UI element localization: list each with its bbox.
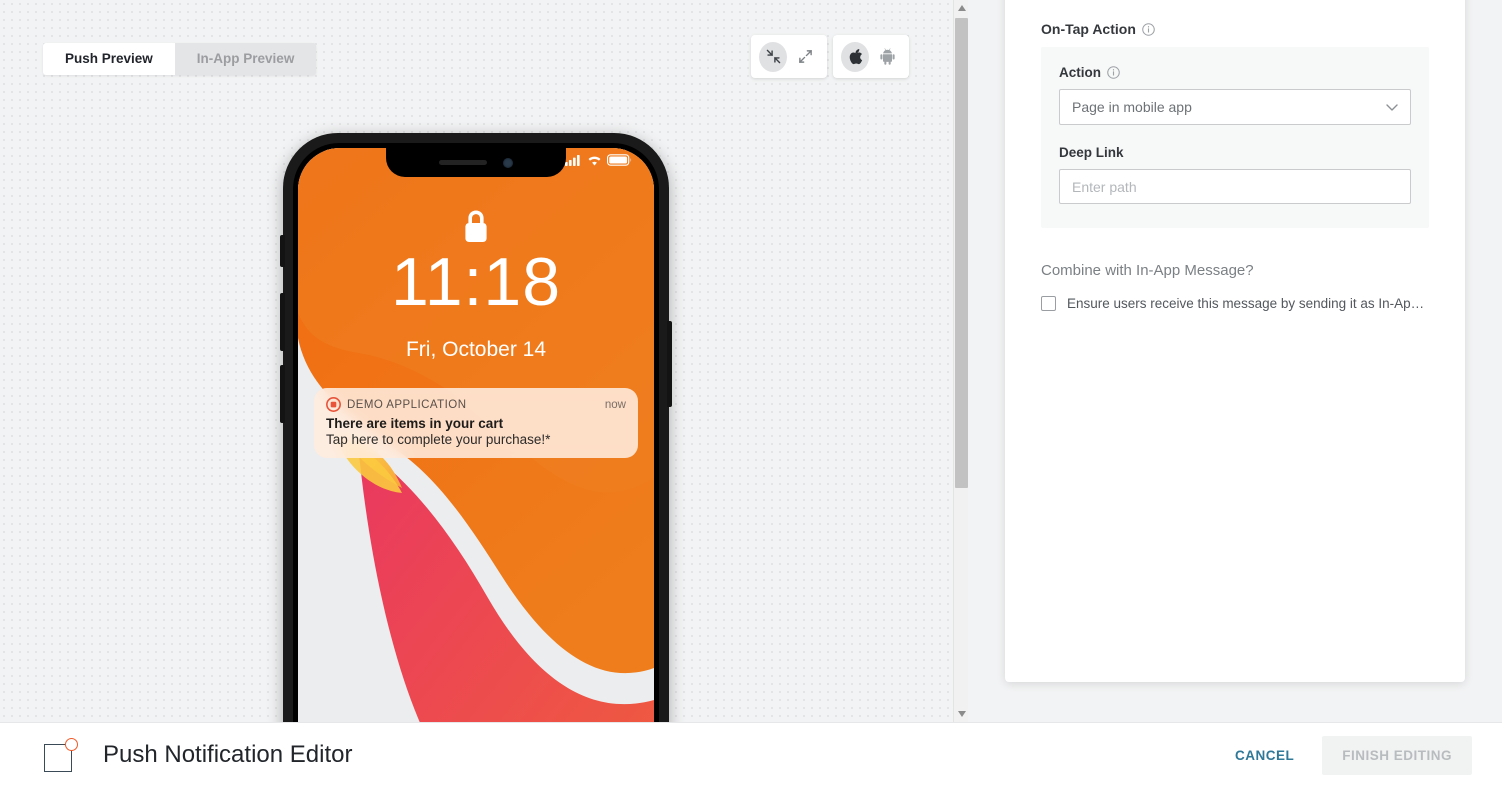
tab-in-app-preview[interactable]: In-App Preview <box>174 43 317 75</box>
deep-link-field-header: Deep Link <box>1059 145 1411 160</box>
phone-bezel: 11:18 Fri, October 14 DEMO APPLICATION n… <box>293 143 659 722</box>
phone-silent-switch <box>280 235 285 267</box>
phone-power-button <box>667 321 672 407</box>
on-tap-action-header: On-Tap Action <box>1041 21 1429 37</box>
deep-link-label: Deep Link <box>1059 145 1124 160</box>
notification-timestamp: now <box>604 398 626 411</box>
settings-card: Click or drag file to this area to uploa… <box>1005 0 1465 682</box>
editor-bottom-bar: Push Notification Editor CANCEL FINISH E… <box>0 722 1502 787</box>
scroll-up-arrow-icon[interactable] <box>954 0 968 16</box>
combine-checkbox-row: Ensure users receive this message by sen… <box>1041 296 1429 311</box>
wifi-icon <box>588 156 601 165</box>
notification-app-name: DEMO APPLICATION <box>347 398 467 411</box>
preview-pane: Push Preview In-App Preview 11:18 Fri, O… <box>0 0 968 722</box>
on-tap-action-title: On-Tap Action <box>1041 21 1136 37</box>
on-tap-action-box: Action Page in mobile app Deep Link Ente… <box>1041 47 1429 228</box>
action-label: Action <box>1059 65 1101 80</box>
tab-push-preview[interactable]: Push Preview <box>43 43 175 75</box>
lock-screen-date: Fri, October 14 <box>405 338 547 361</box>
battery-icon <box>607 154 632 166</box>
phone-body: 11:18 Fri, October 14 DEMO APPLICATION n… <box>280 133 672 722</box>
scroll-down-arrow-icon[interactable] <box>954 706 968 722</box>
platform-toolbar <box>833 35 909 78</box>
phone-preview: 11:18 Fri, October 14 DEMO APPLICATION n… <box>279 133 673 722</box>
phone-screen: 11:18 Fri, October 14 DEMO APPLICATION n… <box>298 148 654 722</box>
action-field-header: Action <box>1059 65 1411 80</box>
signal-icon <box>565 154 580 166</box>
action-select-value: Page in mobile app <box>1072 99 1192 115</box>
icon-badge-dot <box>65 738 78 751</box>
phone-status-bar <box>565 154 632 166</box>
speaker-grille <box>439 160 487 165</box>
demo-app-icon <box>326 397 341 412</box>
expand-arrows-icon[interactable] <box>791 42 819 72</box>
push-notification-icon <box>44 738 78 772</box>
deep-link-placeholder: Enter path <box>1072 178 1137 195</box>
finish-editing-button[interactable]: FINISH EDITING <box>1322 735 1472 775</box>
cancel-button[interactable]: CANCEL <box>1229 738 1300 773</box>
settings-pane: Click or drag file to this area to uploa… <box>968 0 1502 722</box>
phone-volume-down-button <box>280 365 285 423</box>
preview-scrollbar[interactable] <box>953 0 968 722</box>
deep-link-input[interactable]: Enter path <box>1059 169 1411 204</box>
apple-icon[interactable] <box>841 41 869 72</box>
zoom-toolbar <box>751 35 827 78</box>
lock-screen-time: 11:18 <box>390 244 562 320</box>
scrollbar-thumb[interactable] <box>955 18 968 488</box>
settings-body: Save to Inbox (Optional) Delivered notif… <box>1041 0 1429 311</box>
notification-title: There are items in your cart <box>326 416 504 431</box>
notification-card[interactable]: DEMO APPLICATION now There are items in … <box>314 388 638 458</box>
front-camera <box>503 157 513 168</box>
collapse-arrows-icon[interactable] <box>759 41 787 72</box>
action-select[interactable]: Page in mobile app <box>1059 89 1411 125</box>
phone-notch <box>386 148 566 177</box>
combine-section-title: Combine with In-App Message? <box>1041 262 1254 279</box>
notification-body: Tap here to complete your purchase!* <box>326 432 551 447</box>
page-title: Push Notification Editor <box>103 741 353 768</box>
combine-checkbox[interactable] <box>1041 296 1056 311</box>
bottom-bar-actions: CANCEL FINISH EDITING <box>1229 735 1472 775</box>
notification-header: DEMO APPLICATION now <box>326 397 626 412</box>
chevron-down-icon <box>1386 103 1398 111</box>
preview-tab-group: Push Preview In-App Preview <box>43 43 317 75</box>
phone-volume-up-button <box>280 293 285 351</box>
info-icon[interactable] <box>1107 66 1120 79</box>
combine-checkbox-label: Ensure users receive this message by sen… <box>1067 296 1429 311</box>
android-icon[interactable] <box>873 42 901 72</box>
push-notification-editor: Push Preview In-App Preview 11:18 Fri, O… <box>0 0 1502 787</box>
info-icon[interactable] <box>1142 22 1155 36</box>
